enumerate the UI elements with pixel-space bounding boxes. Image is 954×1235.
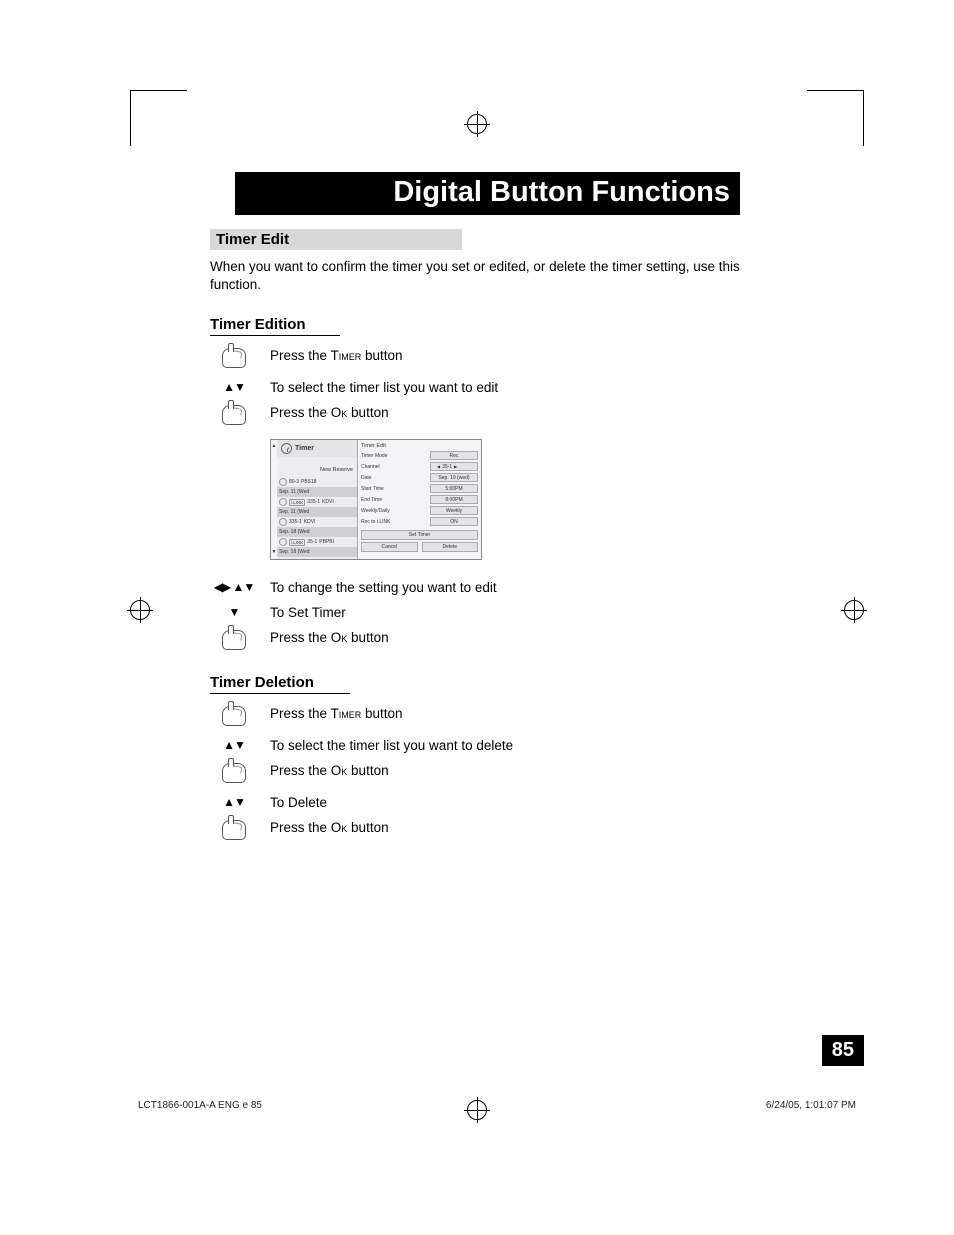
osd-set-timer: Set Timer <box>361 530 478 540</box>
osd-list-date: Sep. 18 (Wed <box>277 547 357 557</box>
text: imer <box>339 348 362 363</box>
registration-mark-top <box>467 114 487 134</box>
step-change-setting: ◀▶ ▲▼ To change the setting you want to … <box>210 578 740 595</box>
deletion-steps: Press the Timer button ▲▼ To select the … <box>210 704 740 842</box>
crop-mark-tl <box>130 90 151 146</box>
text: To change the setting you want to edit <box>270 578 497 595</box>
osd-list-item: i.LINK35-1PBPBI <box>277 537 357 547</box>
footer-left: LCT1866-001A-A ENG e 85 <box>138 1100 262 1111</box>
up-down-icon: ▲▼ <box>223 738 245 752</box>
osd-kv-row: Timer ModeRec <box>361 450 478 461</box>
text: To Set Timer <box>270 603 346 620</box>
section-deletion-heading: Timer Deletion <box>210 674 350 694</box>
osd-kv-row: Weekly/DailyWeekly <box>361 505 478 516</box>
section-timer-edit-heading: Timer Edit <box>210 229 462 250</box>
hand-press-icon <box>222 405 246 425</box>
text: Press the O <box>270 405 341 420</box>
step-select-list: ▲▼ To select the timer list you want to … <box>210 378 740 395</box>
osd-kv-row: Channel◀35-1▶ <box>361 461 478 472</box>
step-d-ok: Press the Ok button <box>210 761 740 785</box>
section-timer-edit-intro: When you want to confirm the timer you s… <box>210 258 740 294</box>
osd-new-reserve: New Reserve <box>277 457 357 475</box>
text: Press the T <box>270 706 339 721</box>
text: To select the timer list you want to edi… <box>270 378 498 395</box>
osd-kv-row: Start Time5:00PM <box>361 483 478 494</box>
footer: LCT1866-001A-A ENG e 85 6/24/05, 1:01:07… <box>130 1100 864 1111</box>
hand-press-icon <box>222 820 246 840</box>
hand-press-icon <box>222 630 246 650</box>
osd-screenshot: ▲▼ Timer New Reserve 80-3PBS18Sep. 11 (W… <box>270 439 482 560</box>
hand-press-icon <box>222 348 246 368</box>
hand-press-icon <box>222 763 246 783</box>
osd-list-date: Sep. 18 (Wed <box>277 527 357 537</box>
osd-kv-row: Rec to i.LINKON <box>361 516 478 527</box>
osd-list-date: Sep. 11 (Wed <box>277 507 357 517</box>
text: Press the O <box>270 820 341 835</box>
osd-list-item: 80-3PBS18 <box>277 477 357 487</box>
step-press-timer: Press the Timer button <box>210 346 740 370</box>
page-number: 85 <box>822 1035 864 1066</box>
step-set-timer: ▼ To Set Timer <box>210 603 740 620</box>
scroll-down-icon: ▼ <box>272 550 277 555</box>
osd-list-item: i.LINK335-1KDVI <box>277 497 357 507</box>
crop-mark-tr <box>843 90 864 146</box>
scroll-up-icon: ▲ <box>272 444 277 449</box>
page-title: Digital Button Functions <box>235 172 740 215</box>
osd-left-panel: Timer New Reserve 80-3PBS18Sep. 11 (Wedi… <box>277 440 358 559</box>
osd-list-item: 335-1KDVI <box>277 517 357 527</box>
text: button <box>347 405 388 420</box>
nav-arrows-icon: ◀▶ ▲▼ <box>214 580 255 594</box>
text: To Delete <box>270 793 327 810</box>
text: button <box>347 630 388 645</box>
registration-mark-right <box>844 600 864 620</box>
text: button <box>361 706 402 721</box>
step-d-ok2: Press the Ok button <box>210 818 740 842</box>
osd-delete: Delete <box>422 542 479 552</box>
step-press-ok: Press the Ok button <box>210 403 740 427</box>
osd-kv-row: DateSep. 10 (wed) <box>361 472 478 483</box>
osd-edit-title: Timer Edit <box>361 442 478 450</box>
osd-title: Timer <box>295 445 314 452</box>
osd-cancel: Cancel <box>361 542 418 552</box>
clock-icon <box>281 443 292 454</box>
text: Press the O <box>270 630 341 645</box>
registration-mark-left <box>130 600 150 620</box>
step-d-delete: ▲▼ To Delete <box>210 793 740 810</box>
osd-list-date: Sep. 11 (Wed <box>277 487 357 497</box>
edition-steps: Press the Timer button ▲▼ To select the … <box>210 346 740 652</box>
text: To select the timer list you want to del… <box>270 736 513 753</box>
text: button <box>361 348 402 363</box>
footer-right: 6/24/05, 1:01:07 PM <box>766 1100 856 1111</box>
section-edition-heading: Timer Edition <box>210 316 340 336</box>
osd-kv-row: End Time8:00PM <box>361 494 478 505</box>
text: Press the T <box>270 348 339 363</box>
text: imer <box>339 706 362 721</box>
step-d-select: ▲▼ To select the timer list you want to … <box>210 736 740 753</box>
text: Press the O <box>270 763 341 778</box>
step-press-ok-2: Press the Ok button <box>210 628 740 652</box>
osd-right-panel: Timer Edit Timer ModeRecChannel◀35-1▶Dat… <box>358 440 481 559</box>
page-content: Digital Button Functions Timer Edit When… <box>210 172 740 842</box>
text: button <box>347 820 388 835</box>
hand-press-icon <box>222 706 246 726</box>
up-down-icon: ▲▼ <box>223 380 245 394</box>
step-d-press-timer: Press the Timer button <box>210 704 740 728</box>
text: button <box>347 763 388 778</box>
down-icon: ▼ <box>229 605 240 619</box>
up-down-icon: ▲▼ <box>223 795 245 809</box>
